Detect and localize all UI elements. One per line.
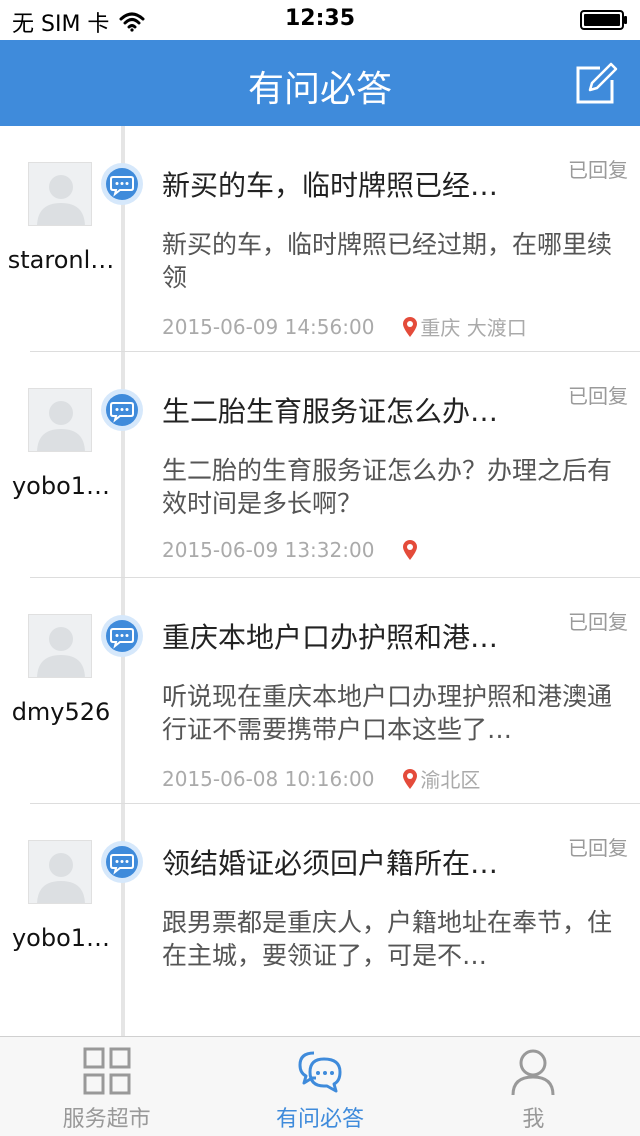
question-location: 渝北区 [420,768,481,792]
chat-bubbles-icon [298,1051,342,1093]
location-pin-icon [403,316,418,337]
question-meta: 2015-06-08 10:16:00 渝北区 [162,764,480,793]
tab-me[interactable]: 我 [427,1037,640,1136]
status-time: 12:35 [284,6,356,31]
avatar [28,388,92,452]
username: yobo1… [11,472,111,500]
page-title: 有问必答 [247,69,392,110]
tab-label: 有问必答 [275,1107,364,1132]
username: yobo1… [11,924,111,952]
question-datetime: 2015-06-08 10:16:00 [162,766,375,791]
list-item[interactable]: yobo1… 领结婚证必须回户籍所在… 已回复 跟男票都是重庆人，户籍地址在奉节… [0,804,640,1030]
reply-status-label: 已回复 [568,610,628,634]
list-item[interactable]: yobo1… 生二胎生育服务证怎么办… 已回复 生二胎的生育服务证怎么办？办理之… [0,352,640,578]
person-icon [511,1049,555,1096]
tab-bar: 服务超市 有问必答 我 [0,1036,640,1136]
reply-status-label: 已回复 [568,158,628,182]
status-bar: 无 SIM 卡 12:35 [0,0,640,40]
location-pin-icon [403,540,418,560]
tab-label: 我 [522,1107,545,1132]
battery-icon [580,10,627,30]
username: staronl… [7,246,115,274]
avatar [28,840,92,904]
question-feed[interactable]: staronl… 新买的车，临时牌照已经… 已回复 新买的车，临时牌照已经过期，… [0,126,640,1036]
tab-questions[interactable]: 有问必答 [213,1037,426,1136]
question-content: 听说现在重庆本地户口办理护照和港澳通行证不需要携带户口本这些了… [162,682,613,744]
list-item[interactable]: staronl… 新买的车，临时牌照已经… 已回复 新买的车，临时牌照已经过期，… [0,126,640,352]
question-datetime: 2015-06-09 14:56:00 [162,314,375,339]
avatar [28,614,92,678]
question-content: 生二胎的生育服务证怎么办？办理之后有效时间是多长啊？ [162,456,613,518]
tab-service-market[interactable]: 服务超市 [0,1037,213,1136]
chat-bubble-icon [101,615,143,657]
reply-status-label: 已回复 [568,836,628,860]
grid-icon [83,1047,131,1095]
chat-bubble-icon [101,389,143,431]
avatar [28,162,92,226]
question-title: 生二胎生育服务证怎么办… [162,395,499,428]
question-title: 新买的车，临时牌照已经… [162,169,499,202]
question-meta: 2015-06-09 13:32:00 [162,538,420,562]
question-datetime: 2015-06-09 13:32:00 [162,538,375,562]
compose-icon[interactable] [574,62,618,106]
question-location: 重庆 大渡口 [420,316,527,340]
question-meta: 2015-06-09 14:56:00 重庆 大渡口 [162,312,527,341]
chat-bubble-icon [101,163,143,205]
question-title: 领结婚证必须回户籍所在… [162,847,499,880]
list-item[interactable]: dmy526 重庆本地户口办护照和港… 已回复 听说现在重庆本地户口办理护照和港… [0,578,640,804]
nav-bar: 有问必答 [0,40,640,126]
question-content: 新买的车，临时牌照已经过期，在哪里续领 [162,230,613,292]
chat-bubble-icon [101,841,143,883]
question-title: 重庆本地户口办护照和港… [162,621,499,654]
tab-label: 服务超市 [62,1107,151,1132]
reply-status-label: 已回复 [568,384,628,408]
username: dmy526 [11,698,111,726]
location-pin-icon [403,768,418,789]
question-content: 跟男票都是重庆人，户籍地址在奉节，住在主城，要领证了，可是不… [162,908,613,970]
